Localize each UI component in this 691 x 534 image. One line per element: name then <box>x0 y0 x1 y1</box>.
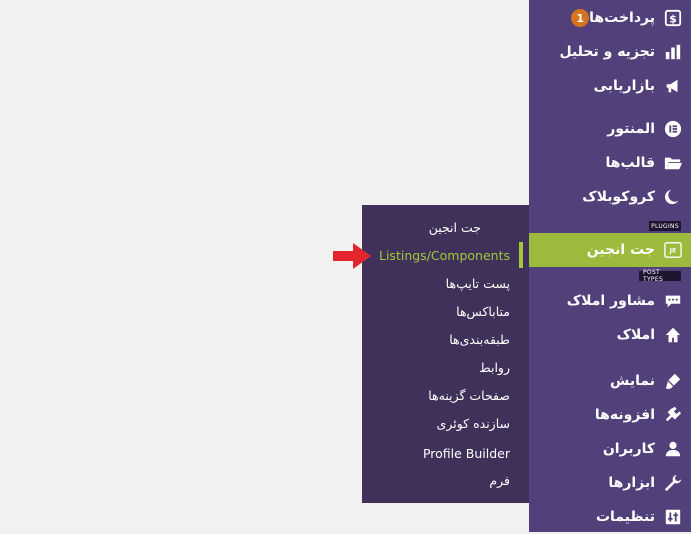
submenu-item-taxonomies[interactable]: طبقه‌بندی‌ها <box>449 325 510 353</box>
svg-text:JE: JE <box>669 248 677 255</box>
submenu-item-options-pages[interactable]: صفحات گزینه‌ها <box>428 381 510 409</box>
submenu-item-form[interactable]: فرم <box>489 466 510 494</box>
home-icon <box>663 325 683 345</box>
submenu-item-query-builder[interactable]: سازنده کوئری <box>437 409 510 437</box>
folder-icon <box>663 153 683 173</box>
sidebar-item-users[interactable]: کاربران <box>529 432 691 466</box>
crescent-icon <box>663 187 683 207</box>
wrench-icon <box>663 473 683 493</box>
section-label-post-types: POST TYPES <box>639 269 681 283</box>
sidebar-item-analytics[interactable]: تجزیه و تحلیل <box>529 35 691 69</box>
submenu-item-metaboxes[interactable]: متاباکس‌ها <box>456 297 510 325</box>
submenu-item-post-types[interactable]: پست تایپ‌ها <box>446 269 510 297</box>
sidebar-item-templates[interactable]: قالب‌ها <box>529 146 691 180</box>
brush-icon <box>663 371 683 391</box>
settings-icon <box>663 507 683 527</box>
section-label-plugins: PLUGINS <box>649 221 681 231</box>
sidebar-item-payments[interactable]: 1 پرداخت‌ها $ <box>529 1 691 35</box>
elementor-icon <box>663 119 683 139</box>
sidebar-item-real-estate-agent[interactable]: مشاور املاک <box>529 284 691 318</box>
sidebar-item-properties[interactable]: املاک <box>529 318 691 352</box>
sidebar-item-marketing[interactable]: بازاریابی <box>529 69 691 103</box>
sidebar-item-label: نمایش <box>610 373 655 389</box>
sidebar-item-settings[interactable]: تنظیمات <box>529 500 691 534</box>
submenu-item-jet-engine[interactable]: جت انجین <box>429 213 481 241</box>
sidebar-item-label: مشاور املاک <box>566 293 655 309</box>
submenu-item-listings-components[interactable]: Listings/Components <box>379 241 510 269</box>
dollar-icon: $ <box>663 8 683 28</box>
megaphone-icon <box>663 76 683 96</box>
user-icon <box>663 439 683 459</box>
sidebar-item-label: ابزارها <box>608 475 655 491</box>
sidebar-item-label: قالب‌ها <box>605 155 655 171</box>
submenu-item-profile-builder[interactable]: Profile Builder <box>423 439 510 467</box>
sidebar-item-crocoblock[interactable]: کروکوبلاک <box>529 180 691 214</box>
current-item-indicator <box>519 242 523 268</box>
plugin-icon <box>663 405 683 425</box>
admin-sidebar: 1 پرداخت‌ها $ تجزیه و تحلیل بازاریابی ال… <box>521 0 691 534</box>
jet-engine-icon: JE <box>663 240 683 260</box>
sidebar-item-label: افزونه‌ها <box>594 407 655 423</box>
sidebar-item-jet-engine[interactable]: جت انجین JE <box>521 233 691 267</box>
chat-bubble-icon <box>663 291 683 311</box>
sidebar-item-label: تنظیمات <box>595 509 655 525</box>
sidebar-item-elementor[interactable]: المنتور <box>529 112 691 146</box>
submenu-item-relations[interactable]: روابط <box>479 353 510 381</box>
sidebar-item-label: کروکوبلاک <box>582 189 655 205</box>
red-arrow-icon <box>333 243 371 269</box>
sidebar-item-plugins[interactable]: افزونه‌ها <box>529 398 691 432</box>
sidebar-item-label: جت انجین <box>586 242 655 258</box>
notification-badge: 1 <box>571 9 590 27</box>
sidebar-item-label: املاک <box>616 327 655 343</box>
svg-text:$: $ <box>669 13 677 26</box>
sidebar-item-label: کاربران <box>602 441 655 457</box>
sidebar-item-label: المنتور <box>607 121 655 137</box>
sidebar-item-label: بازاریابی <box>593 78 655 94</box>
sidebar-item-label: پرداخت‌ها <box>589 10 655 26</box>
sidebar-item-label: تجزیه و تحلیل <box>559 44 655 60</box>
bar-chart-icon <box>663 42 683 62</box>
sidebar-item-appearance[interactable]: نمایش <box>529 364 691 398</box>
sidebar-item-tools[interactable]: ابزارها <box>529 466 691 500</box>
